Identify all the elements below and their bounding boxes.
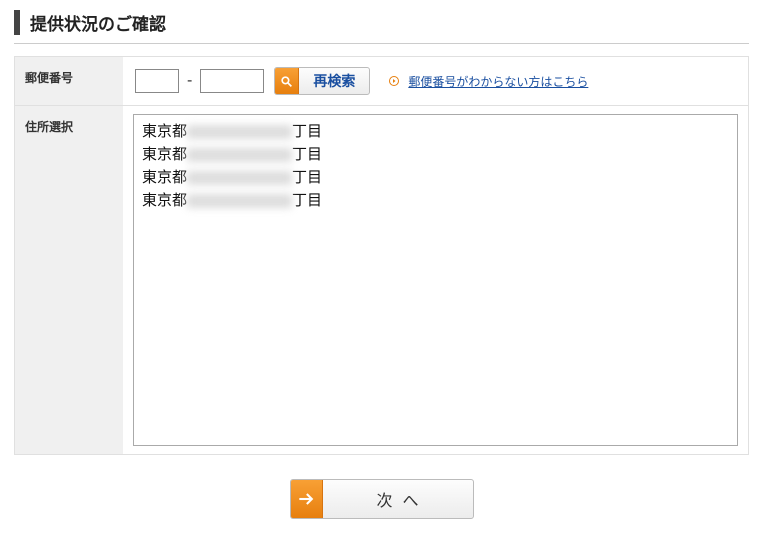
divider	[14, 43, 749, 44]
address-label: 住所選択	[15, 106, 123, 454]
address-suffix: 丁目	[292, 146, 322, 163]
address-suffix: 丁目	[292, 192, 322, 209]
list-item[interactable]: 東京都 丁目	[138, 119, 733, 142]
arrow-right-icon	[291, 480, 323, 518]
address-suffix: 丁目	[292, 169, 322, 186]
address-masked	[187, 125, 292, 139]
address-content: 東京都 丁目 東京都 丁目 東京都 丁目 東京都 丁目	[123, 106, 748, 454]
arrow-right-icon	[388, 75, 400, 87]
address-masked	[187, 171, 292, 185]
address-prefix: 東京都	[142, 123, 187, 140]
form-table: 郵便番号 - 再検索	[14, 56, 749, 455]
address-suffix: 丁目	[292, 123, 322, 140]
search-icon	[275, 68, 299, 94]
list-item[interactable]: 東京都 丁目	[138, 188, 733, 211]
postal-separator: -	[187, 72, 192, 90]
address-prefix: 東京都	[142, 146, 187, 163]
address-masked	[187, 148, 292, 162]
next-button-label: 次へ	[323, 487, 473, 511]
postal-help-link[interactable]: 郵便番号がわからない方はこちら	[408, 73, 588, 90]
page-title: 提供状況のご確認	[14, 10, 749, 35]
research-button[interactable]: 再検索	[274, 67, 370, 95]
postal-label: 郵便番号	[15, 57, 123, 105]
address-prefix: 東京都	[142, 169, 187, 186]
next-button[interactable]: 次へ	[290, 479, 474, 519]
research-button-label: 再検索	[299, 71, 369, 91]
address-row: 住所選択 東京都 丁目 東京都 丁目 東京都 丁目 東京都 丁目	[15, 106, 748, 454]
list-item[interactable]: 東京都 丁目	[138, 165, 733, 188]
footer: 次へ	[14, 455, 749, 525]
postal-row: 郵便番号 - 再検索	[15, 57, 748, 106]
postal-content: - 再検索 郵便番号が	[123, 57, 748, 105]
postal-input-part1[interactable]	[135, 69, 179, 93]
list-item[interactable]: 東京都 丁目	[138, 142, 733, 165]
address-masked	[187, 194, 292, 208]
postal-input-part2[interactable]	[200, 69, 264, 93]
address-prefix: 東京都	[142, 192, 187, 209]
address-list[interactable]: 東京都 丁目 東京都 丁目 東京都 丁目 東京都 丁目	[133, 114, 738, 446]
